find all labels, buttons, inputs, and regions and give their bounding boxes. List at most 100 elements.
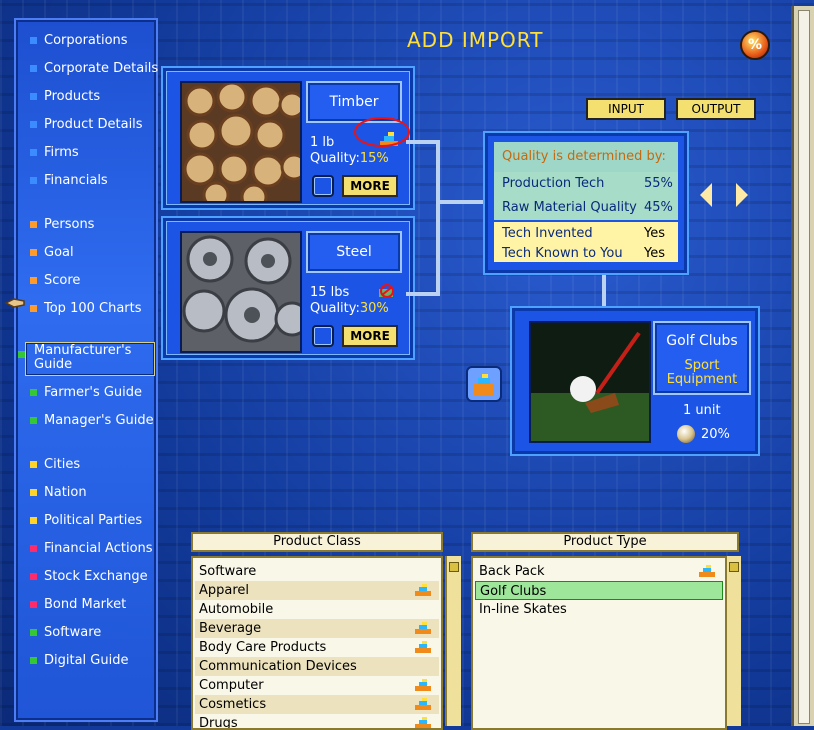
input-quantity: 1 lb (310, 135, 335, 150)
input-checkbox[interactable] (312, 325, 334, 347)
bullet-icon (30, 629, 37, 636)
sidebar-item-digital-guide[interactable]: Digital Guide (26, 650, 158, 672)
output-card-golf-clubs: Golf Clubs Sport Equipment 1 unit 20% (512, 308, 758, 454)
connector-line (406, 140, 440, 144)
output-percent: 20% (701, 427, 730, 442)
sidebar-item-firms[interactable]: Firms (26, 142, 158, 164)
warehouse-stack-icon (415, 717, 431, 728)
sidebar-item-corporations[interactable]: Corporations (26, 30, 158, 52)
page-title: ADD IMPORT (407, 28, 544, 52)
sidebar-item-financial-actions[interactable]: Financial Actions (26, 538, 158, 560)
list-item[interactable]: Beverage (195, 619, 439, 638)
steel-photo (180, 231, 302, 353)
sidebar-item-corporate-details[interactable]: Corporate Details (26, 58, 158, 80)
warehouse-stack-icon (415, 622, 431, 634)
no-supplier-icon (379, 284, 394, 298)
list-item[interactable]: Apparel (195, 581, 439, 600)
output-unit: 1 unit (683, 403, 721, 418)
bullet-icon (30, 177, 37, 184)
list-item[interactable]: Computer (195, 676, 439, 695)
warehouse-stack-icon (699, 565, 715, 577)
list-item[interactable]: In-line Skates (475, 600, 723, 619)
input-button[interactable]: INPUT (586, 98, 666, 120)
timber-photo (180, 81, 302, 203)
sidebar-item-score[interactable]: Score (26, 270, 158, 292)
bullet-icon (30, 489, 37, 496)
product-class-scrollbar[interactable] (445, 556, 461, 726)
connector-line (440, 200, 485, 204)
list-item[interactable]: Body Care Products (195, 638, 439, 657)
list-item[interactable]: Software (195, 562, 439, 581)
building-stack-icon[interactable] (466, 366, 502, 402)
bullet-icon (30, 601, 37, 608)
bullet-icon (30, 573, 37, 580)
list-item[interactable]: Communication Devices (195, 657, 439, 676)
input-checkbox[interactable] (312, 175, 334, 197)
more-button[interactable]: MORE (342, 175, 398, 197)
golf-photo (529, 321, 651, 443)
sidebar-item-product-details[interactable]: Product Details (26, 114, 158, 136)
bullet-icon (30, 37, 37, 44)
sidebar-item-farmers-guide[interactable]: Farmer's Guide (26, 382, 158, 404)
product-class-header: Product Class (191, 532, 443, 552)
more-button[interactable]: MORE (342, 325, 398, 347)
sidebar-item-nation[interactable]: Nation (26, 482, 158, 504)
list-item[interactable]: Cosmetics (195, 695, 439, 714)
sidebar-item-top-100-charts[interactable]: Top 100 Charts (26, 298, 158, 320)
sidebar-item-political-parties[interactable]: Political Parties (26, 510, 158, 532)
bullet-icon (30, 277, 37, 284)
bullet-icon (30, 517, 37, 524)
product-class-list: Software Apparel Automobile Beverage Bod… (191, 556, 443, 730)
output-name-box[interactable]: Golf Clubs Sport Equipment (653, 321, 751, 395)
product-type-header: Product Type (471, 532, 739, 552)
bullet-icon (18, 351, 25, 358)
bullet-icon (30, 65, 37, 72)
list-item[interactable]: Drugs (195, 714, 439, 728)
list-item[interactable]: Back Pack (475, 562, 723, 581)
arrow-left-icon[interactable] (700, 183, 712, 207)
sidebar-item-bond-market[interactable]: Bond Market (26, 594, 158, 616)
bullet-icon (30, 221, 37, 228)
sidebar-item-persons[interactable]: Persons (26, 214, 158, 236)
bullet-icon (30, 249, 37, 256)
right-window-frame (791, 6, 814, 726)
connector-line (436, 140, 440, 296)
scroll-thumb[interactable] (449, 562, 459, 572)
connector-line (406, 292, 440, 296)
bullet-icon (30, 657, 37, 664)
sidebar-item-products[interactable]: Products (26, 86, 158, 108)
percent-icon[interactable]: % (740, 30, 770, 60)
warehouse-stack-icon (415, 641, 431, 653)
sidebar-item-stock-exchange[interactable]: Stock Exchange (26, 566, 158, 588)
quality-row: Tech Invented Yes (494, 222, 678, 242)
input-name-button[interactable]: Steel (306, 231, 402, 273)
bullet-icon (30, 305, 37, 312)
sidebar-item-cities[interactable]: Cities (26, 454, 158, 476)
quality-header: Quality is determined by: (494, 142, 678, 172)
connector-line (602, 270, 606, 308)
bullet-icon (30, 121, 37, 128)
hand-cursor-icon (4, 298, 25, 308)
quality-row: Tech Known to You Yes (494, 242, 678, 262)
quality-coin-icon (677, 425, 695, 443)
input-quality: Quality:15% (310, 151, 389, 166)
sidebar-item-financials[interactable]: Financials (26, 170, 158, 192)
sidebar: Corporations Corporate Details Products … (14, 18, 158, 722)
list-item[interactable]: Automobile (195, 600, 439, 619)
quality-row: Production Tech 55% (494, 172, 678, 196)
product-type-scrollbar[interactable] (725, 556, 741, 726)
input-card-steel: Steel 15 lbs Quality:30% MORE (163, 218, 413, 358)
sidebar-item-goal[interactable]: Goal (26, 242, 158, 264)
sidebar-item-manufacturers-guide[interactable]: Manufacturer's Guide (18, 342, 155, 376)
bullet-icon (30, 93, 37, 100)
sidebar-item-software[interactable]: Software (26, 622, 158, 644)
input-quality: Quality:30% (310, 301, 389, 316)
scroll-thumb[interactable] (729, 562, 739, 572)
output-button[interactable]: OUTPUT (676, 98, 756, 120)
bullet-icon (30, 545, 37, 552)
list-item-selected[interactable]: Golf Clubs (475, 581, 723, 600)
annotation-circle (354, 117, 410, 147)
arrow-right-icon[interactable] (736, 183, 748, 207)
sidebar-item-managers-guide[interactable]: Manager's Guide (26, 410, 158, 432)
bullet-icon (30, 389, 37, 396)
